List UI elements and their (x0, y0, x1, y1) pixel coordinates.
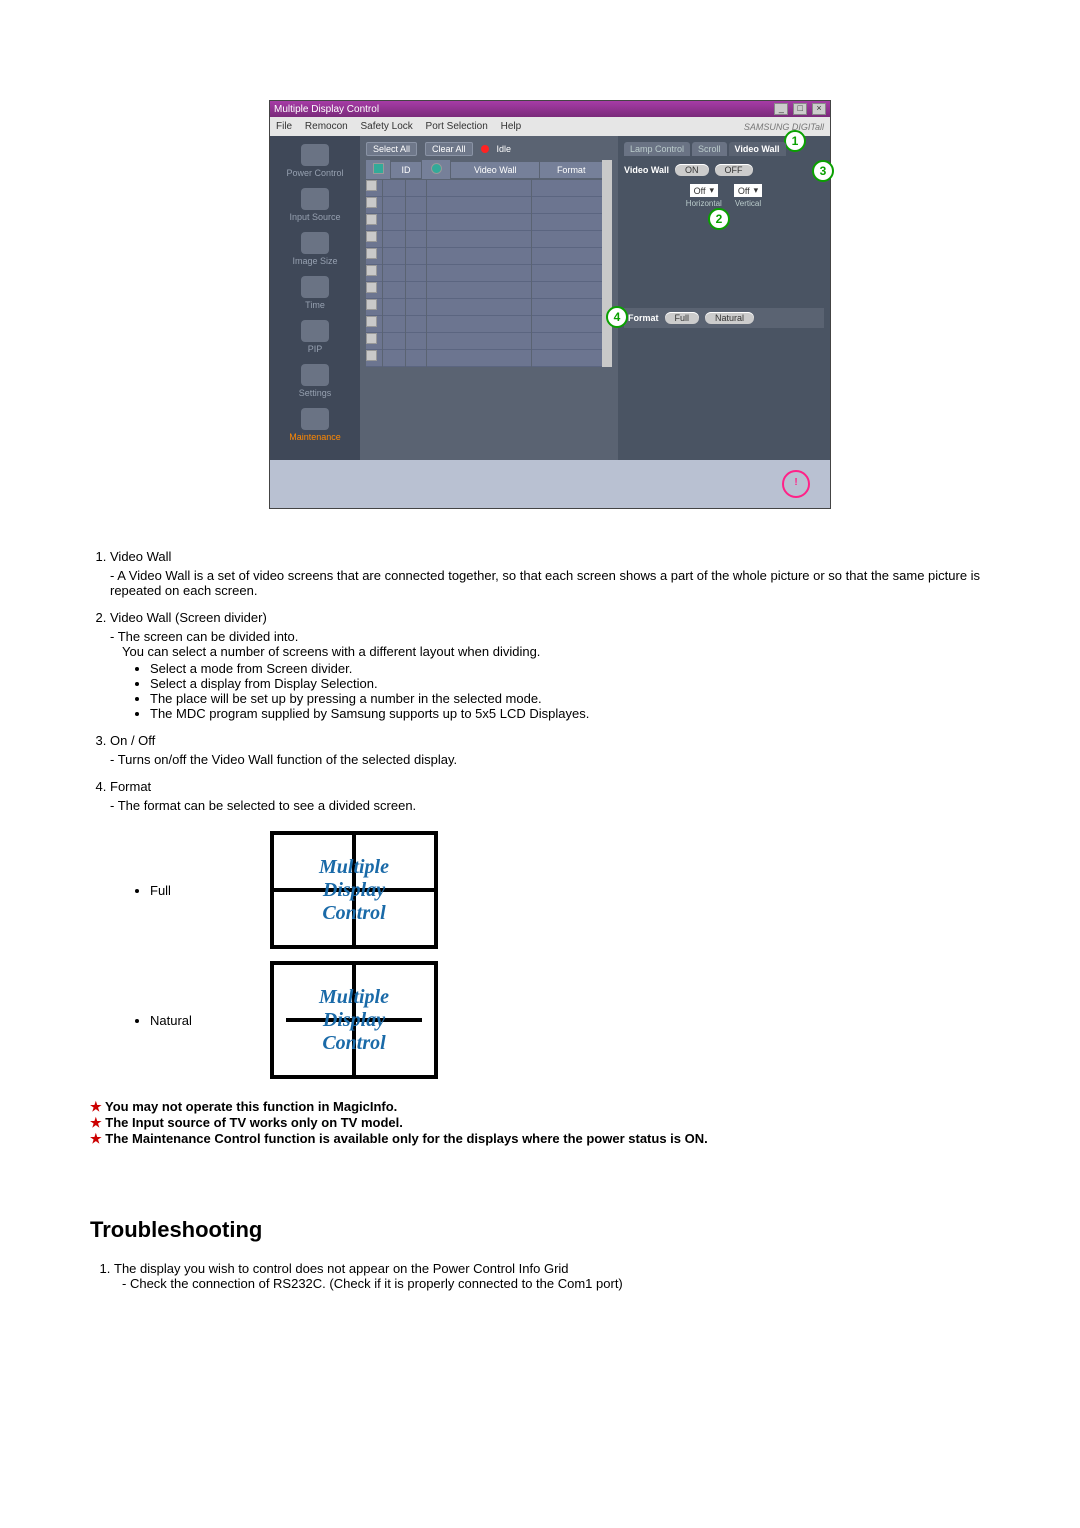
maintenance-icon (301, 408, 329, 430)
horizontal-select[interactable]: Off▾ (690, 184, 718, 197)
table-row[interactable] (366, 350, 602, 367)
idle-indicator-icon (481, 145, 489, 153)
grid-body (366, 180, 602, 367)
desc-item-1: Video Wall A Video Wall is a set of vide… (110, 549, 1010, 598)
table-row[interactable] (366, 197, 602, 214)
troubleshooting-block: The display you wish to control does not… (90, 1261, 1010, 1291)
col-video-wall[interactable]: Video Wall (451, 162, 539, 178)
sidebar: Power Control Input Source Image Size Ti… (270, 136, 360, 460)
mdc-window: Multiple Display Control _ □ × File Remo… (269, 100, 831, 509)
on-button[interactable]: ON (675, 164, 709, 176)
notes-list: You may not operate this function in Mag… (90, 1099, 1010, 1147)
sample-natural-diagram: MultipleDisplayControl (270, 961, 438, 1079)
sidebar-item-input-source[interactable]: Input Source (270, 188, 360, 222)
table-row[interactable] (366, 316, 602, 333)
titlebar: Multiple Display Control _ □ × (270, 101, 830, 117)
video-wall-label: Video Wall (624, 165, 669, 175)
settings-icon (301, 364, 329, 386)
sample-full-label: Full (150, 883, 250, 898)
menu-safety-lock[interactable]: Safety Lock (361, 121, 413, 132)
col-id[interactable]: ID (391, 162, 421, 178)
brand-label: SAMSUNG DIGITall (744, 122, 824, 132)
full-button[interactable]: Full (665, 312, 700, 324)
callout-3: 3 (812, 160, 834, 182)
time-icon (301, 276, 329, 298)
menubar: File Remocon Safety Lock Port Selection … (270, 117, 830, 136)
description-block: Video Wall A Video Wall is a set of vide… (90, 549, 1010, 1147)
horizontal-label: Horizontal (686, 199, 722, 208)
table-row[interactable] (366, 299, 602, 316)
scrollbar[interactable] (602, 160, 612, 367)
status-strip: ! (270, 460, 830, 508)
desc-item-4: Format The format can be selected to see… (110, 779, 1010, 813)
clear-all-button[interactable]: Clear All (425, 142, 473, 156)
window-controls: _ □ × (772, 103, 826, 115)
note-1: You may not operate this function in Mag… (90, 1099, 1010, 1115)
select-all-button[interactable]: Select All (366, 142, 417, 156)
callout-1: 1 (784, 130, 806, 152)
menu-file[interactable]: File (276, 121, 292, 132)
sample-natural-label: Natural (150, 1013, 250, 1028)
table-row[interactable] (366, 333, 602, 350)
desc-item-2: Video Wall (Screen divider) The screen c… (110, 610, 1010, 721)
sidebar-item-maintenance[interactable]: Maintenance (270, 408, 360, 442)
chevron-down-icon: ▾ (709, 185, 714, 196)
center-pane: Select All Clear All Idle ID Video Wall … (360, 136, 618, 460)
menu-help[interactable]: Help (501, 121, 522, 132)
format-label: Format (628, 313, 659, 323)
vertical-label: Vertical (735, 199, 761, 208)
vertical-select[interactable]: Off▾ (734, 184, 762, 197)
sidebar-item-pip[interactable]: PIP (270, 320, 360, 354)
table-row[interactable] (366, 282, 602, 299)
col-status[interactable] (422, 160, 450, 179)
desc-item-3: On / Off Turns on/off the Video Wall fun… (110, 733, 1010, 767)
sample-full-diagram: MultipleDisplayControl (270, 831, 438, 949)
minimize-icon[interactable]: _ (774, 103, 788, 115)
power-control-icon (301, 144, 329, 166)
format-samples-table: Full MultipleDisplayControl Natural Mult… (120, 825, 448, 1085)
col-check[interactable] (366, 160, 390, 179)
grid-header: ID Video Wall Format (366, 160, 602, 179)
callout-4: 4 (606, 306, 628, 328)
sidebar-item-settings[interactable]: Settings (270, 364, 360, 398)
window-title: Multiple Display Control (274, 104, 379, 115)
menu-remocon[interactable]: Remocon (305, 121, 348, 132)
sidebar-item-image-size[interactable]: Image Size (270, 232, 360, 266)
table-row[interactable] (366, 231, 602, 248)
tab-lamp-control[interactable]: Lamp Control (624, 142, 690, 156)
off-button[interactable]: OFF (715, 164, 753, 176)
callout-2: 2 (708, 208, 730, 230)
menu-port-selection[interactable]: Port Selection (426, 121, 488, 132)
natural-button[interactable]: Natural (705, 312, 754, 324)
table-row[interactable] (366, 180, 602, 197)
close-icon[interactable]: × (812, 103, 826, 115)
idle-label: Idle (497, 144, 512, 154)
table-row[interactable] (366, 248, 602, 265)
col-format[interactable]: Format (540, 162, 602, 178)
tab-video-wall[interactable]: Video Wall (729, 142, 786, 156)
maximize-icon[interactable]: □ (793, 103, 807, 115)
note-3: The Maintenance Control function is avai… (90, 1131, 1010, 1147)
right-pane: 1 Lamp Control Scroll Video Wall Video W… (618, 136, 830, 460)
sidebar-item-time[interactable]: Time (270, 276, 360, 310)
warning-icon: ! (782, 470, 810, 498)
image-size-icon (301, 232, 329, 254)
pip-icon (301, 320, 329, 342)
input-source-icon (301, 188, 329, 210)
tab-scroll[interactable]: Scroll (692, 142, 727, 156)
sidebar-item-power-control[interactable]: Power Control (270, 144, 360, 178)
table-row[interactable] (366, 265, 602, 282)
chevron-down-icon: ▾ (754, 185, 759, 196)
table-row[interactable] (366, 214, 602, 231)
note-2: The Input source of TV works only on TV … (90, 1115, 1010, 1131)
troubleshooting-heading: Troubleshooting (90, 1217, 1010, 1243)
ts-item-1: The display you wish to control does not… (114, 1261, 1010, 1291)
